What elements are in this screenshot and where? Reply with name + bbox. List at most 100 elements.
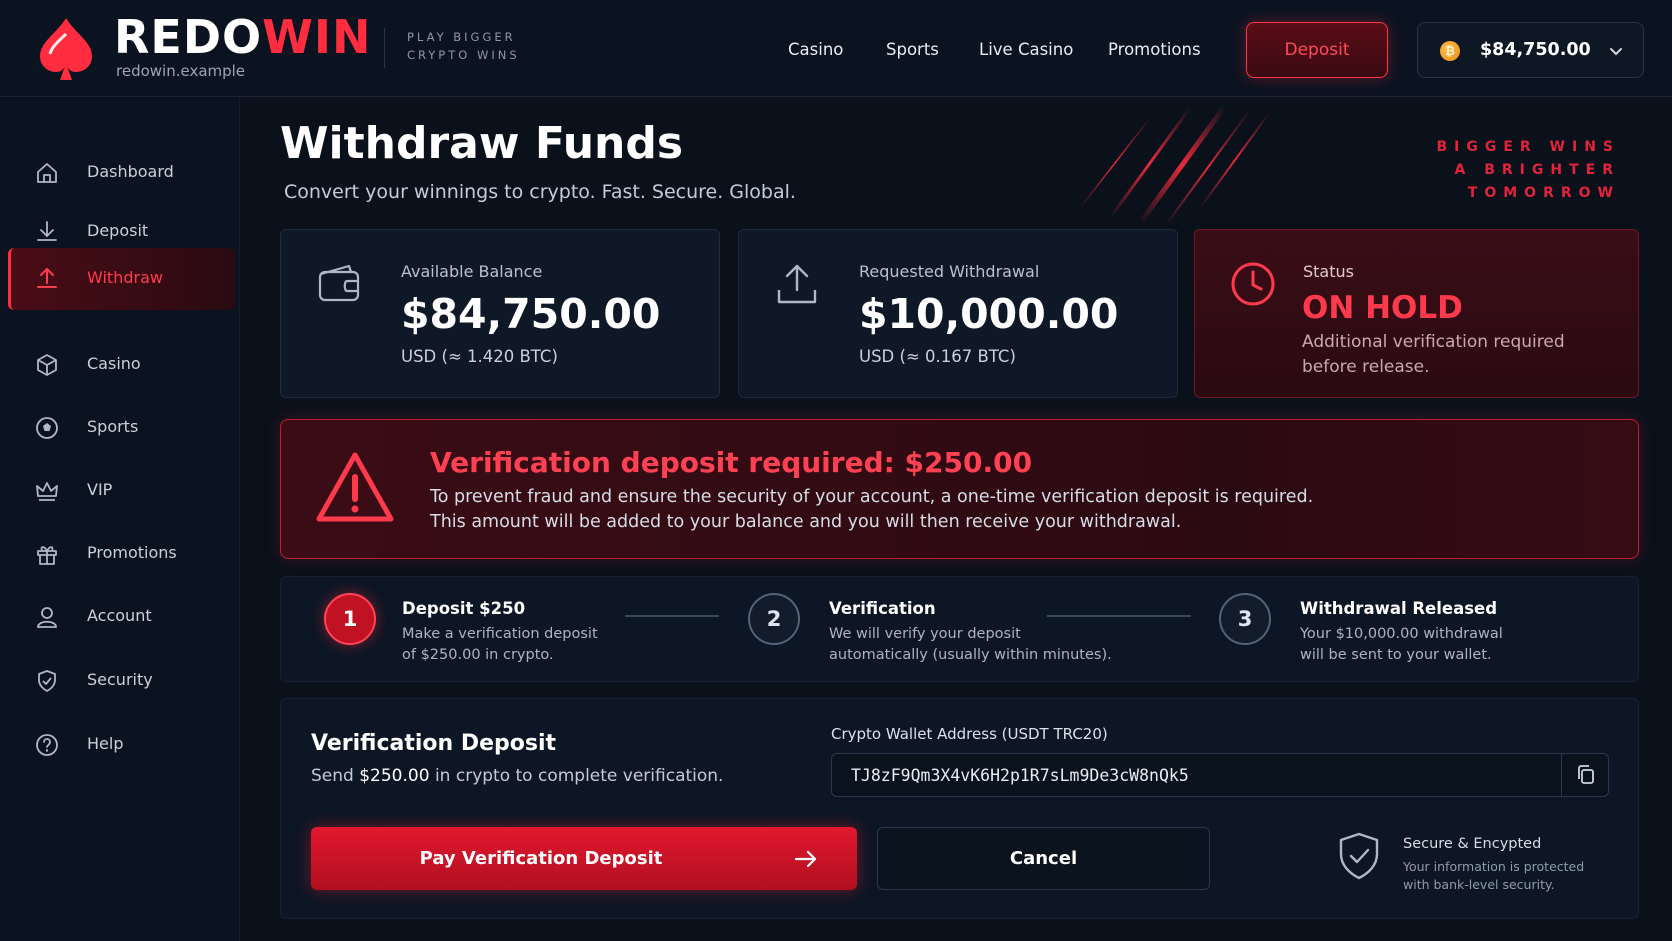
step-1-title: Deposit $250 <box>402 599 526 618</box>
brand-name-white: REDO <box>114 10 263 64</box>
brand-tagline: PLAY BIGGER CRYPTO WINS <box>407 30 520 62</box>
warning-icon <box>316 452 394 522</box>
verification-sub-before: Send <box>311 766 360 786</box>
step-2-desc: We will verify your deposit automaticall… <box>829 624 1112 666</box>
gift-icon <box>37 546 57 565</box>
slogan: BIGGER WINS A BRIGHTER TOMORROW <box>1300 136 1620 205</box>
shield-icon <box>38 670 56 692</box>
card-label: Available Balance <box>401 262 543 281</box>
sidebar-item-label: Account <box>87 606 152 625</box>
sidebar-item-security[interactable]: Security <box>8 650 235 712</box>
pay-button-label: Pay Verification Deposit <box>419 848 663 869</box>
secure-title: Secure & Encypted <box>1403 836 1542 852</box>
card-label: Requested Withdrawal <box>859 262 1040 281</box>
sidebar-item-label: Withdraw <box>87 268 163 287</box>
sidebar-item-label: Deposit <box>87 221 149 240</box>
home-icon <box>37 163 57 183</box>
step-desc-line: We will verify your deposit <box>829 626 1021 642</box>
available-balance-card: Available Balance $84,750.00 USD (≈ 1.42… <box>280 229 720 398</box>
page-subtitle: Convert your winnings to crypto. Fast. S… <box>284 181 796 203</box>
step-2-title: Verification <box>829 599 936 618</box>
crown-icon <box>36 482 58 501</box>
download-icon <box>37 221 57 241</box>
copy-address-button[interactable] <box>1561 753 1609 797</box>
sidebar-item-label: Casino <box>87 354 141 373</box>
step-3-desc: Your $10,000.00 withdrawal will be sent … <box>1300 624 1503 666</box>
nav-live-casino[interactable]: Live Casino <box>979 40 1073 59</box>
secure-description: Your information is protected with bank-… <box>1403 858 1584 894</box>
wallet-icon <box>318 264 360 302</box>
sidebar-item-label: VIP <box>87 480 113 499</box>
alert-title: Verification deposit required: $250.00 <box>430 446 1033 479</box>
upload-icon <box>777 264 817 304</box>
page-title: Withdraw Funds <box>280 118 684 169</box>
sidebar-item-sports[interactable]: Sports <box>8 397 235 459</box>
card-sub: USD (≈ 0.167 BTC) <box>859 347 1016 366</box>
sidebar-item-promotions[interactable]: Promotions <box>8 523 235 585</box>
verification-alert: Verification deposit required: $250.00 T… <box>280 419 1639 559</box>
verification-subtitle: Send $250.00 in crypto to complete verif… <box>311 766 723 786</box>
verification-title: Verification Deposit <box>311 731 557 756</box>
arrow-right-icon <box>794 850 817 868</box>
nav-sports[interactable]: Sports <box>886 40 939 59</box>
alert-line-1: To prevent fraud and ensure the security… <box>430 487 1314 507</box>
requested-withdrawal-value: $10,000.00 <box>859 290 1119 338</box>
step-desc-line: automatically (usually within minutes). <box>829 647 1112 663</box>
secure-line: Your information is protected <box>1403 859 1585 874</box>
nav-casino[interactable]: Casino <box>788 40 843 59</box>
bitcoin-icon: ₿ <box>1440 41 1460 61</box>
sidebar-item-dashboard[interactable]: Dashboard <box>8 142 235 204</box>
sidebar-item-label: Sports <box>87 417 139 436</box>
brand-name-red: WIN <box>262 10 372 64</box>
card-sub: USD (≈ 1.420 BTC) <box>401 347 558 366</box>
verification-sub-amount: $250.00 <box>359 766 430 786</box>
requested-withdrawal-card: Requested Withdrawal $10,000.00 USD (≈ 0… <box>738 229 1178 398</box>
user-icon <box>37 607 57 628</box>
nav-promotions[interactable]: Promotions <box>1108 40 1201 59</box>
sidebar-item-account[interactable]: Account <box>8 586 235 648</box>
cancel-button[interactable]: Cancel <box>877 827 1210 890</box>
divider <box>384 28 385 68</box>
clock-icon <box>1231 262 1275 306</box>
step-2-circle: 2 <box>748 593 800 645</box>
top-bar: REDOWIN redowin.example PLAY BIGGER CRYP… <box>0 0 1672 97</box>
wallet-address-field[interactable]: TJ8zF9Qm3X4vK6H2p1R7sLm9De3cW8nQk5 <box>831 753 1609 797</box>
sidebar-item-label: Dashboard <box>87 162 174 181</box>
sidebar-item-vip[interactable]: VIP <box>8 460 235 522</box>
sidebar-item-withdraw[interactable]: Withdraw <box>8 248 235 310</box>
spade-logo-icon <box>40 18 92 80</box>
step-desc-line: Your $10,000.00 withdrawal <box>1300 626 1503 642</box>
card-label: Status <box>1303 262 1354 281</box>
step-1-circle: 1 <box>324 593 376 645</box>
available-balance-value: $84,750.00 <box>401 290 661 338</box>
brand-name[interactable]: REDOWIN <box>114 10 372 64</box>
slogan-line-2: A BRIGHTER TOMORROW <box>1454 162 1620 201</box>
balance-dropdown[interactable]: ₿ $84,750.00 <box>1417 22 1644 78</box>
pay-verification-deposit-button[interactable]: Pay Verification Deposit <box>311 827 857 890</box>
help-icon <box>36 734 58 756</box>
sidebar-item-help[interactable]: Help <box>8 714 235 776</box>
header-deposit-button[interactable]: Deposit <box>1246 22 1388 78</box>
steps-panel: 1 Deposit $250 Make a verification depos… <box>280 576 1639 682</box>
verification-deposit-panel: Verification Deposit Send $250.00 in cry… <box>280 698 1639 919</box>
step-connector <box>1047 615 1191 617</box>
step-connector <box>625 615 719 617</box>
step-desc-line: of $250.00 in crypto. <box>402 647 554 663</box>
secure-line: with bank-level security. <box>1403 877 1555 892</box>
step-1-desc: Make a verification deposit of $250.00 i… <box>402 624 598 666</box>
slogan-line-1: BIGGER WINS <box>1436 139 1620 155</box>
sidebar: Dashboard Deposit Withdraw Casino Sports… <box>0 98 240 941</box>
soccer-ball-icon <box>36 417 58 439</box>
sidebar-item-casino[interactable]: Casino <box>8 334 235 396</box>
alert-line-2: This amount will be added to your balanc… <box>430 512 1182 532</box>
step-3-title: Withdrawal Released <box>1300 599 1498 618</box>
chevron-down-icon <box>1610 48 1622 56</box>
sidebar-item-label: Security <box>87 670 153 689</box>
status-description: Additional verification required before … <box>1302 332 1565 377</box>
sidebar-item-label: Help <box>87 734 124 753</box>
cube-icon <box>37 354 57 376</box>
verification-sub-after: in crypto to complete verification. <box>429 766 724 786</box>
copy-icon <box>1577 765 1594 784</box>
step-3-circle: 3 <box>1219 593 1271 645</box>
shield-check-icon <box>1339 832 1379 880</box>
